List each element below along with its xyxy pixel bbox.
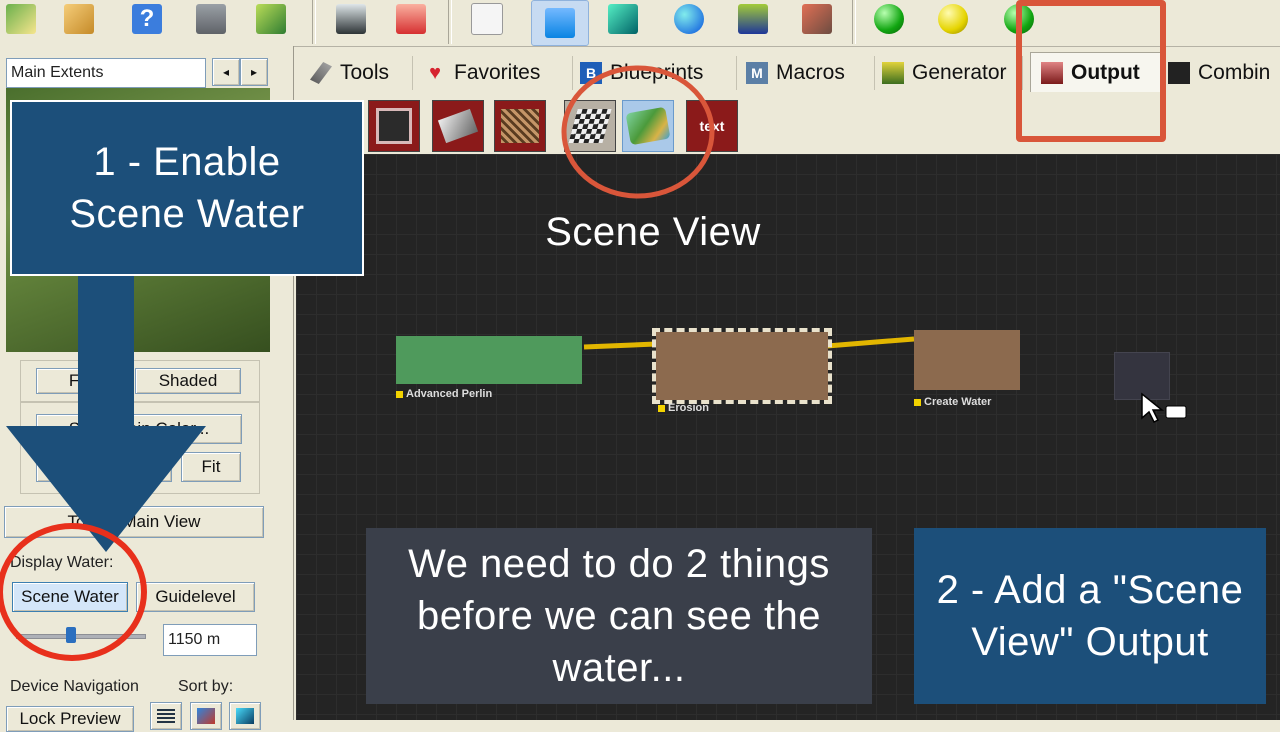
mouse-cursor-icon [1141,392,1187,424]
heart-icon: ♥ [429,62,441,84]
extents-label: Main Extents [11,64,104,81]
network-view-icon[interactable] [531,0,589,46]
mountain-icon[interactable] [734,0,772,38]
tools-icon [310,62,332,84]
tab-tools-label: Tools [340,61,390,84]
output-tab-highlight [1016,0,1166,142]
help-icon[interactable]: ? [128,0,166,38]
step1-callout: 1 - Enable Scene Water [10,100,364,276]
step2-callout: 2 - Add a "Scene View" Output [914,528,1266,704]
node-create-water-label: Create Water [914,396,991,408]
sort-type-icon[interactable] [190,702,222,730]
scene-view-caption: Scene View [545,210,761,254]
bitmap-output-icon[interactable] [432,100,484,152]
save-icon[interactable] [192,0,230,38]
tab-generator[interactable]: Generator [872,56,1023,90]
sort-by-label: Sort by: [178,678,234,695]
tab-favorites-label: Favorites [454,61,541,84]
green-light-icon[interactable] [870,0,908,38]
water-level-input[interactable]: 1150 m [163,624,257,656]
tab-favorites[interactable]: ♥ Favorites [414,56,573,90]
macro-icon: M [746,62,768,84]
guidelevel-label: Guidelevel [155,587,236,606]
mesh-output-icon[interactable] [494,100,546,152]
scene-view-highlight-circle [561,65,715,199]
map-grid-icon[interactable] [604,0,642,38]
node-erosion[interactable] [652,328,832,404]
extents-dropdown[interactable]: Main Extents [6,58,206,88]
prev-arrow-icon[interactable]: ◂ [212,58,240,86]
node-advanced-perlin[interactable] [396,336,582,384]
water-level-value: 1150 m [168,631,221,648]
export-icon[interactable] [252,0,290,38]
device-navigation-label: Device Navigation [10,678,139,695]
lock-preview-button[interactable]: Lock Preview [6,706,134,732]
generator-icon [882,62,904,84]
yellow-light-icon[interactable] [934,0,972,38]
new-project-icon[interactable] [2,0,40,38]
wire-perlin-erosion [583,341,657,350]
next-arrow-icon[interactable]: ▸ [240,58,268,86]
scene-water-highlight-circle [0,523,147,661]
dice-icon[interactable] [468,0,506,38]
save-file-output-icon[interactable] [368,100,420,152]
node-erosion-label: Erosion [658,402,709,414]
texture-icon[interactable] [798,0,836,38]
globe-icon[interactable] [670,0,708,38]
tab-tools[interactable]: Tools [300,56,413,90]
tab-macros[interactable]: M Macros [736,56,875,90]
tab-generator-label: Generator [912,61,1007,84]
node-create-water[interactable] [914,330,1020,390]
checklist-icon[interactable] [392,0,430,38]
combiner-icon [1168,62,1190,84]
tab-macros-label: Macros [776,61,845,84]
wire-erosion-water [826,336,915,349]
sort-group-icon[interactable] [229,702,261,730]
tab-combin-label: Combin [1198,61,1271,84]
open-folder-icon[interactable] [60,0,98,38]
node-advanced-perlin-label: Advanced Perlin [396,388,492,400]
sort-list-icon[interactable] [150,702,182,730]
explanation-callout: We need to do 2 things before we can see… [366,528,872,704]
tab-combiners[interactable]: Combin [1158,56,1280,90]
terrain-view-icon[interactable] [332,0,370,38]
lock-preview-label: Lock Preview [19,709,121,728]
